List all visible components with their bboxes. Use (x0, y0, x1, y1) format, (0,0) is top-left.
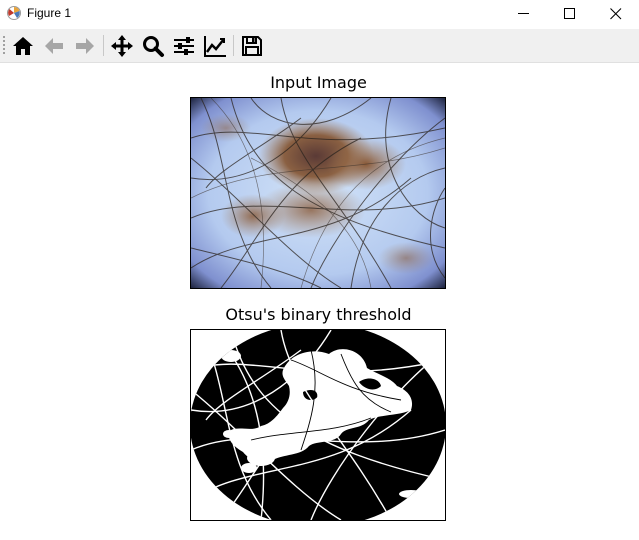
minimize-icon (518, 13, 529, 14)
toolbar-separator (103, 35, 104, 56)
matplotlib-app-icon (6, 5, 22, 21)
minimize-button[interactable] (501, 0, 547, 28)
close-button[interactable] (593, 0, 639, 28)
title-bar: Figure 1 (0, 0, 639, 28)
forward-button[interactable] (72, 33, 98, 59)
plot-title-otsu-threshold: Otsu's binary threshold (225, 305, 412, 324)
configure-subplots-button[interactable] (171, 33, 197, 59)
otsu-threshold-axes[interactable] (190, 329, 446, 521)
plot-title-input-image: Input Image (270, 73, 367, 92)
pan-button[interactable] (109, 33, 135, 59)
edit-axis-button[interactable] (202, 33, 228, 59)
window-title: Figure 1 (27, 6, 72, 20)
back-icon (45, 38, 63, 54)
toolbar-separator (233, 35, 234, 56)
home-icon (13, 37, 33, 55)
forward-icon (76, 38, 94, 54)
zoom-button[interactable] (140, 33, 166, 59)
close-icon (610, 8, 622, 20)
back-button[interactable] (41, 33, 67, 59)
save-button[interactable] (239, 33, 265, 59)
dermoscopy-input-image (191, 98, 445, 288)
input-image-axes[interactable] (190, 97, 446, 289)
configure-subplots-icon (174, 37, 194, 55)
toolbar-grip[interactable] (3, 35, 5, 56)
navigation-toolbar (0, 29, 639, 63)
figure-canvas[interactable]: Input Image Otsu's binary threshold (0, 63, 639, 540)
maximize-button[interactable] (547, 0, 593, 28)
home-button[interactable] (10, 33, 36, 59)
otsu-binary-image (191, 330, 445, 520)
edit-axis-icon (204, 36, 226, 57)
zoom-icon (143, 36, 164, 57)
save-icon (242, 36, 262, 56)
pan-icon (111, 35, 133, 57)
maximize-icon (564, 8, 575, 19)
